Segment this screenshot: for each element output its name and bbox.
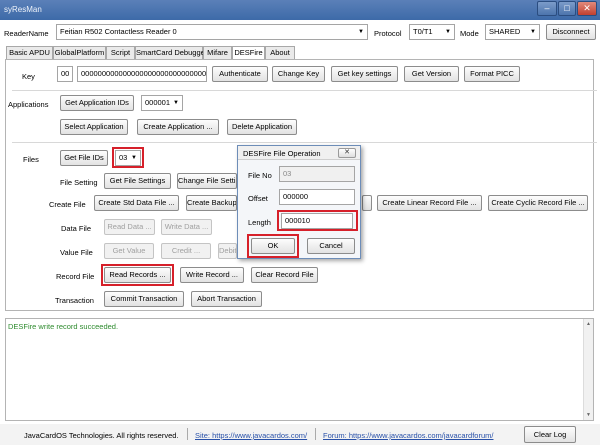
reader-select[interactable]: Feitian R502 Contactless Reader 0 ▼	[56, 24, 368, 40]
mode-select[interactable]: SHARED ▼	[485, 24, 540, 40]
tab-mifare[interactable]: Mifare	[203, 46, 232, 59]
key-label: Key	[22, 72, 35, 81]
chevron-down-icon: ▼	[358, 29, 364, 35]
change-file-settings-button[interactable]: Change File Settings	[177, 173, 237, 189]
change-key-button[interactable]: Change Key	[272, 66, 325, 82]
tab-basic-apdu[interactable]: Basic APDU	[6, 46, 53, 59]
forum-link[interactable]: Forum: https://www.javacardos.com/javaca…	[323, 431, 493, 440]
record-file-label: Record File	[56, 272, 95, 281]
offset-input[interactable]: 000000	[279, 189, 355, 205]
mode-select-value: SHARED	[489, 27, 521, 36]
select-application-button[interactable]: Select Application	[60, 119, 128, 135]
data-file-label: Data File	[61, 224, 92, 233]
value-file-label: Value File	[60, 248, 93, 257]
file-setting-label: File Setting	[60, 178, 98, 187]
tab-script[interactable]: Script	[106, 46, 135, 59]
chevron-down-icon: ▼	[445, 29, 451, 35]
create-backup-data-file-button[interactable]: Create Backup Data File ...	[186, 195, 237, 211]
divider	[12, 90, 597, 91]
tab-globalplatform[interactable]: GlobalPlatform	[53, 46, 106, 59]
divider	[187, 428, 188, 440]
close-window-icon[interactable]: ✕	[577, 1, 597, 16]
disconnect-button[interactable]: Disconnect	[546, 24, 596, 40]
protocol-label: Protocol	[374, 29, 402, 38]
key-value-input[interactable]: 00000000000000000000000000000000	[77, 66, 207, 82]
delete-application-button[interactable]: Delete Application	[227, 119, 297, 135]
divider	[12, 142, 597, 143]
ok-button[interactable]: OK	[251, 238, 295, 254]
maximize-icon[interactable]: □	[558, 1, 576, 16]
clear-record-file-button[interactable]: Clear Record File	[251, 267, 318, 283]
tab-desfire[interactable]: DESFire	[232, 46, 265, 60]
create-std-data-file-button[interactable]: Create Std Data File ...	[94, 195, 179, 211]
chevron-down-icon: ▼	[173, 100, 179, 106]
file-no-label: File No	[248, 171, 272, 180]
file-id-value: 03	[119, 153, 128, 162]
read-data-button[interactable]: Read Data ...	[104, 219, 155, 235]
abort-transaction-button[interactable]: Abort Transaction	[191, 291, 262, 307]
window-titlebar: syResMan – □ ✕	[0, 0, 600, 20]
chevron-down-icon: ▼	[530, 29, 536, 35]
authenticate-button[interactable]: Authenticate	[212, 66, 268, 82]
length-label: Length	[248, 218, 271, 227]
applications-label: Applications	[8, 100, 49, 109]
minimize-icon[interactable]: –	[537, 1, 557, 16]
reader-select-value: Feitian R502 Contactless Reader 0	[60, 27, 177, 36]
debit-button[interactable]: Debit ...	[218, 243, 237, 259]
cancel-button[interactable]: Cancel	[307, 238, 355, 254]
files-label: Files	[23, 155, 39, 164]
length-input[interactable]: 000010	[281, 213, 353, 229]
get-key-settings-button[interactable]: Get key settings	[331, 66, 398, 82]
mode-label: Mode	[460, 29, 479, 38]
scroll-down-icon[interactable]: ▼	[584, 410, 593, 420]
chevron-down-icon: ▼	[131, 155, 137, 161]
window-title: syResMan	[4, 5, 42, 14]
file-id-select[interactable]: 03 ▼	[115, 150, 141, 166]
log-scrollbar[interactable]: ▲ ▼	[583, 319, 593, 420]
clear-log-button[interactable]: Clear Log	[524, 426, 576, 443]
site-link[interactable]: Site: https://www.javacardos.com/	[195, 431, 307, 440]
key-number-input[interactable]: 00	[57, 66, 73, 82]
protocol-select[interactable]: T0/T1 ▼	[409, 24, 455, 40]
format-picc-button[interactable]: Format PICC	[464, 66, 520, 82]
divider	[315, 428, 316, 440]
dialog-close-icon[interactable]: ✕	[338, 148, 356, 158]
protocol-select-value: T0/T1	[413, 27, 433, 36]
get-value-button[interactable]: Get Value	[104, 243, 154, 259]
log-message: DESFire write record succeeded.	[8, 322, 119, 331]
write-record-button[interactable]: Write Record ...	[180, 267, 244, 283]
scroll-up-icon[interactable]: ▲	[584, 319, 593, 329]
get-file-ids-button[interactable]: Get File IDs	[60, 150, 108, 166]
write-data-button[interactable]: Write Data ...	[161, 219, 212, 235]
read-records-button[interactable]: Read Records ...	[104, 267, 171, 283]
tab-smartcard-debugger[interactable]: SmartCard Debugger	[135, 46, 207, 59]
get-version-button[interactable]: Get Version	[404, 66, 459, 82]
offset-label: Offset	[248, 194, 268, 203]
create-cyclic-record-file-button[interactable]: Create Cyclic Record File ...	[488, 195, 588, 211]
commit-transaction-button[interactable]: Commit Transaction	[104, 291, 184, 307]
credit-button[interactable]: Credit ...	[161, 243, 211, 259]
get-application-ids-button[interactable]: Get Application IDs	[60, 95, 134, 111]
application-id-value: 000001	[145, 98, 171, 107]
create-application-button[interactable]: Create Application ...	[137, 119, 219, 135]
tab-about[interactable]: About	[265, 46, 295, 59]
transaction-label: Transaction	[55, 296, 94, 305]
create-linear-record-file-button[interactable]: Create Linear Record File ...	[377, 195, 482, 211]
dialog-titlebar: DESFire File Operation ✕	[238, 146, 360, 160]
file-no-field: 03	[279, 166, 355, 182]
dialog-title: DESFire File Operation	[243, 149, 321, 158]
application-id-select[interactable]: 000001 ▼	[141, 95, 183, 111]
create-file-label: Create File	[49, 200, 86, 209]
reader-name-label: ReaderName	[4, 29, 49, 38]
log-area[interactable]: DESFire write record succeeded. ▲ ▼	[5, 318, 594, 421]
desfire-file-operation-dialog: DESFire File Operation ✕ File No 03 Offs…	[237, 145, 361, 259]
get-file-settings-button[interactable]: Get File Settings	[104, 173, 171, 189]
create-value-file-button[interactable]	[362, 195, 372, 211]
status-footer: JavaCardOS Technologies. All rights rese…	[0, 424, 600, 445]
copyright-text: JavaCardOS Technologies. All rights rese…	[24, 431, 179, 440]
